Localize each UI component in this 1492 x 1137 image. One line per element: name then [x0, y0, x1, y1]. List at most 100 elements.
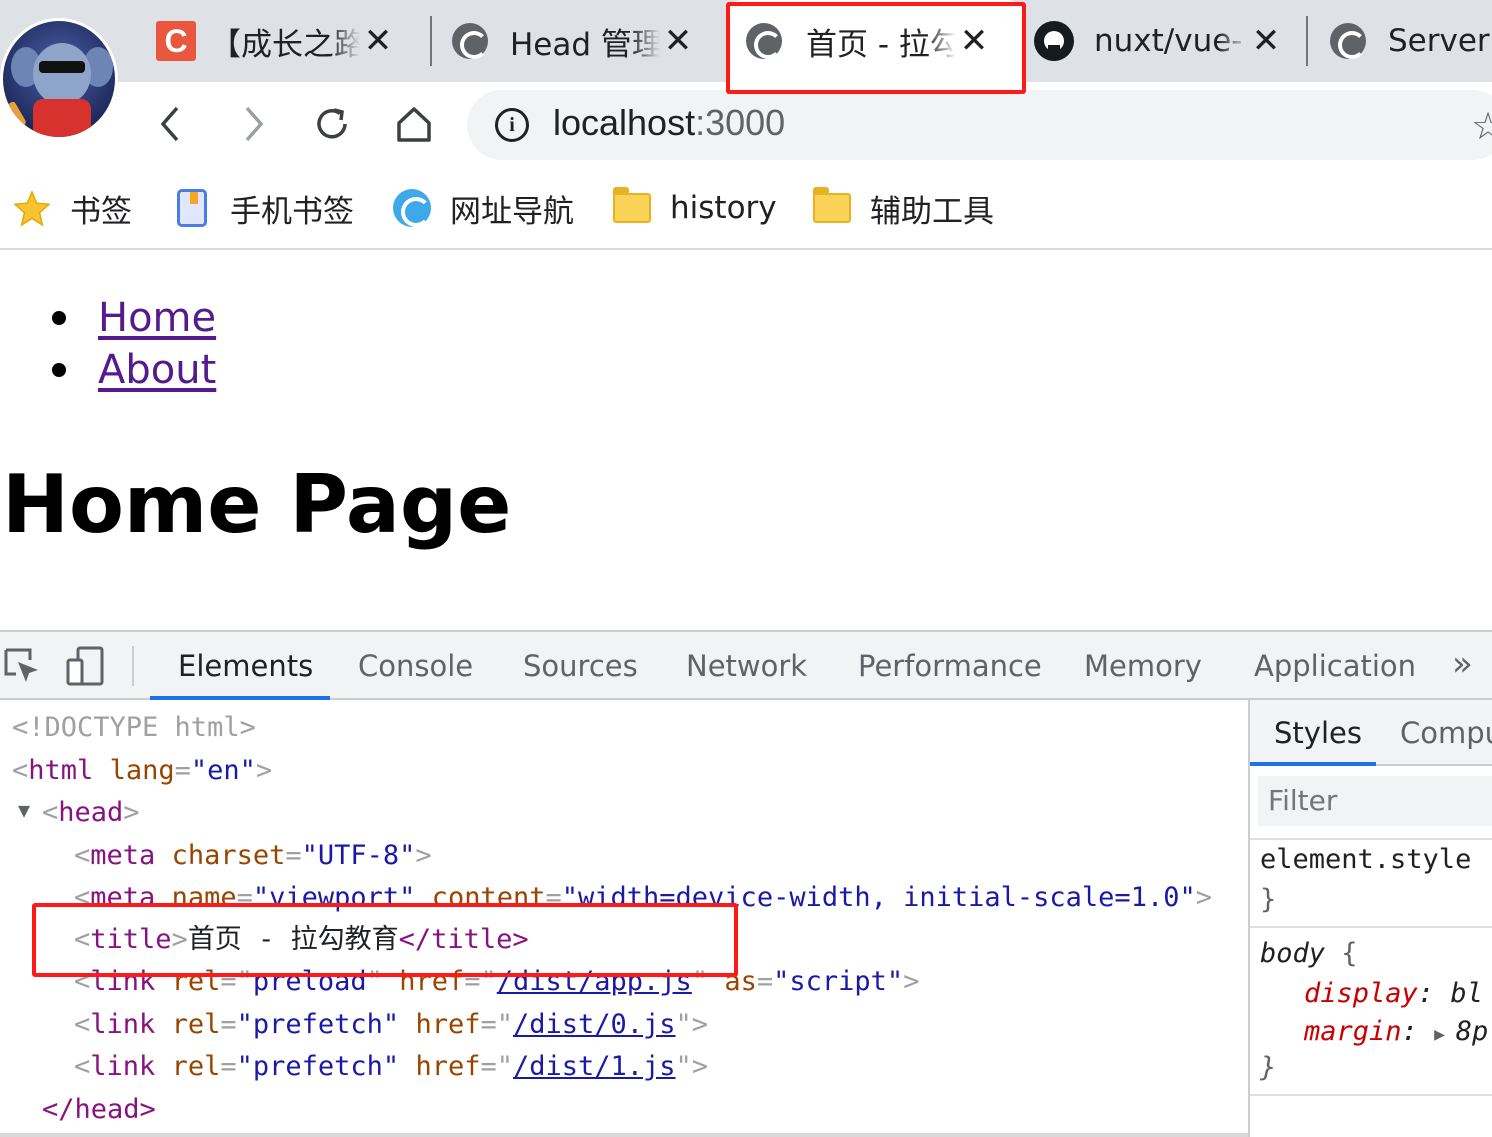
- devtools-tabbar: Elements Console Sources Network Perform…: [0, 632, 1492, 700]
- browser-tab[interactable]: nuxt/vue- ✕: [1034, 0, 1296, 82]
- devtools-panel: Elements Console Sources Network Perform…: [0, 630, 1492, 1137]
- browser-tab[interactable]: Server S: [1328, 0, 1492, 82]
- css-property[interactable]: display: bl: [1304, 976, 1483, 1012]
- page-title: Home Page: [2, 458, 512, 551]
- browser-tab[interactable]: Head 管理 ✕: [450, 0, 710, 82]
- browser-toolbar: i localhost:3000 ☆: [0, 82, 1492, 168]
- bookmark-label: 辅助工具: [870, 193, 994, 230]
- element-style-selector[interactable]: element.style: [1260, 842, 1471, 878]
- close-icon[interactable]: ✕: [1248, 21, 1284, 61]
- tab-title: nuxt/vue-: [1094, 23, 1243, 59]
- github-icon: [1034, 21, 1074, 61]
- browser-tab[interactable]: C 【成长之路 ✕: [156, 0, 414, 82]
- edge-icon: [392, 188, 432, 228]
- tab-separator: [430, 16, 432, 66]
- bookmark-folder[interactable]: 辅助工具: [812, 186, 994, 230]
- horizontal-scrollbar[interactable]: [0, 1133, 1248, 1137]
- tab-title: 【成长之路: [210, 26, 360, 63]
- folder-icon: [812, 187, 852, 228]
- expand-triangle-icon[interactable]: ▼: [18, 798, 30, 822]
- reload-button[interactable]: [308, 100, 356, 148]
- tab-elements[interactable]: Elements: [178, 632, 313, 700]
- tab-title: Server S: [1388, 23, 1492, 59]
- css-rule-selector[interactable]: body {: [1260, 936, 1358, 972]
- href-link[interactable]: /dist/app.js: [497, 966, 692, 997]
- list-item: Home: [52, 292, 216, 344]
- toolbar-divider: [132, 646, 134, 686]
- dom-node-meta[interactable]: <meta charset="UTF-8">: [74, 836, 432, 876]
- bookmarks-bar: 书签 手机书签 网址导航 history 辅助工具: [0, 168, 1492, 250]
- dom-node-head[interactable]: <head>: [42, 793, 140, 833]
- home-button[interactable]: [390, 100, 438, 148]
- styles-filter-input[interactable]: [1258, 776, 1492, 826]
- edge-icon: [1328, 21, 1368, 61]
- device-toolbar-icon[interactable]: [66, 646, 106, 686]
- reload-icon: [317, 108, 347, 139]
- tab-styles[interactable]: Styles: [1274, 700, 1362, 766]
- info-icon[interactable]: i: [495, 108, 529, 142]
- dom-node-link[interactable]: <link rel="prefetch" href="/dist/1.js">: [74, 1047, 708, 1087]
- close-icon[interactable]: ✕: [360, 21, 396, 61]
- csdn-icon: C: [156, 21, 196, 61]
- edge-icon: [744, 21, 784, 61]
- chevron-left-icon: [160, 106, 179, 142]
- tab-separator: [1306, 16, 1308, 66]
- bookmark-item[interactable]: 书签: [12, 186, 132, 230]
- address-bar[interactable]: i localhost:3000 ☆: [467, 90, 1492, 160]
- tab-console[interactable]: Console: [358, 632, 473, 700]
- tab-computed[interactable]: Compu: [1400, 700, 1492, 766]
- chevron-right-icon: [245, 106, 264, 142]
- bookmark-label: 手机书签: [230, 193, 354, 230]
- profile-avatar[interactable]: [0, 18, 118, 140]
- tab-application[interactable]: Application: [1254, 632, 1416, 700]
- dom-node-link[interactable]: <link rel="preload" href="/dist/app.js" …: [74, 962, 919, 1002]
- more-tabs-icon[interactable]: »: [1452, 644, 1473, 684]
- styles-pane: Styles Compu element.style } body { disp…: [1248, 700, 1492, 1137]
- dom-node-doctype[interactable]: <!DOCTYPE html>: [12, 708, 256, 748]
- rule-close-brace: }: [1260, 884, 1277, 915]
- divider: [1250, 926, 1492, 928]
- elements-tree: <!DOCTYPE html> <html lang="en"> ▼ <head…: [0, 700, 1248, 1137]
- dom-node-head-close[interactable]: </head>: [42, 1090, 156, 1130]
- href-link[interactable]: /dist/1.js: [513, 1051, 676, 1082]
- bookmark-item[interactable]: 网址导航: [392, 186, 574, 230]
- url-text[interactable]: localhost:3000: [553, 102, 785, 144]
- star-icon[interactable]: ☆: [1471, 104, 1492, 148]
- about-link[interactable]: About: [98, 347, 216, 393]
- divider: [1250, 838, 1492, 840]
- dom-node-html[interactable]: <html lang="en">: [12, 751, 272, 791]
- home-icon: [397, 107, 431, 142]
- back-button[interactable]: [146, 100, 194, 148]
- dom-node-meta[interactable]: <meta name="viewport" content="width=dev…: [74, 878, 1212, 918]
- dom-node-link[interactable]: <link rel="prefetch" href="/dist/0.js">: [74, 1005, 708, 1045]
- rule-close-brace: }: [1260, 1052, 1277, 1083]
- dom-node-title[interactable]: <title>首页 - 拉勾教育</title>: [74, 920, 529, 960]
- active-tab-indicator: [1250, 762, 1376, 766]
- close-icon[interactable]: ✕: [956, 21, 992, 61]
- close-icon[interactable]: ✕: [660, 21, 696, 61]
- bookmark-folder[interactable]: history: [612, 186, 777, 230]
- href-link[interactable]: /dist/0.js: [513, 1009, 676, 1040]
- tab-strip: C 【成长之路 ✕ Head 管理 ✕ 首页 - 拉勾 ✕ nuxt/vue- …: [0, 0, 1492, 140]
- star-icon: [12, 188, 52, 228]
- tab-network[interactable]: Network: [686, 632, 807, 700]
- tab-performance[interactable]: Performance: [858, 632, 1042, 700]
- inspect-element-icon[interactable]: [2, 646, 42, 686]
- css-property[interactable]: margin: ▶ 8p: [1304, 1014, 1488, 1050]
- forward-button[interactable]: [230, 100, 278, 148]
- tab-title: Head 管理: [510, 26, 660, 63]
- mobile-bookmark-icon: [172, 188, 212, 228]
- tab-memory[interactable]: Memory: [1084, 632, 1202, 700]
- list-item: About: [52, 344, 216, 396]
- edge-icon: [450, 21, 490, 61]
- home-link[interactable]: Home: [98, 295, 216, 341]
- browser-tab-active[interactable]: 首页 - 拉勾 ✕: [726, 0, 1024, 82]
- tab-sources[interactable]: Sources: [523, 632, 638, 700]
- bookmark-label: 书签: [70, 193, 132, 230]
- folder-icon: [612, 187, 652, 228]
- bookmark-item[interactable]: 手机书签: [172, 186, 354, 230]
- divider: [1250, 1094, 1492, 1096]
- expand-triangle-icon[interactable]: ▶: [1434, 1024, 1456, 1045]
- tab-title: 首页 - 拉勾: [806, 26, 956, 63]
- page-content: Home About Home Page: [0, 252, 1492, 630]
